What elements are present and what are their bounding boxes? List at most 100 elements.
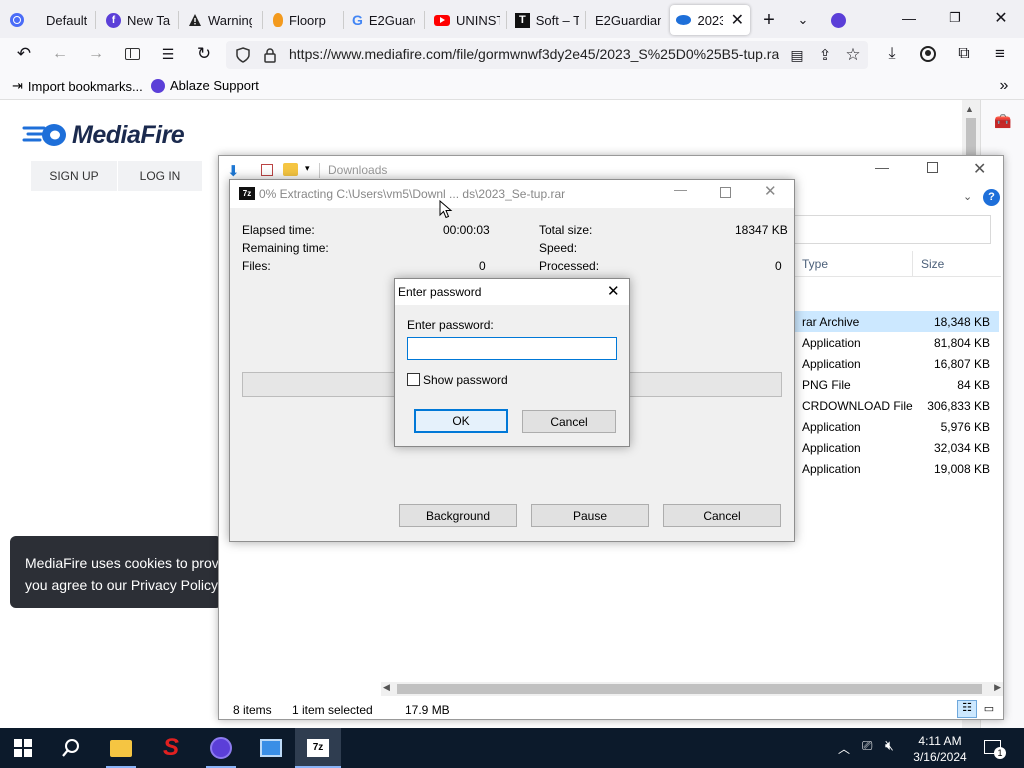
tab-soft[interactable]: T Soft – T [509, 5, 585, 35]
maximize-icon[interactable] [720, 187, 731, 198]
cancel-button[interactable]: Cancel [522, 410, 616, 433]
tab-title: Warning [208, 12, 252, 28]
show-password-label[interactable]: Show password [423, 373, 508, 387]
minimize-icon[interactable]: — [875, 159, 889, 175]
scroll-left-arrow-icon[interactable]: ◀ [383, 682, 390, 693]
volume-muted-icon[interactable]: 🔇︎ [885, 737, 894, 754]
hamburger-menu-icon[interactable]: ≡ [988, 42, 1012, 66]
bookmark-ablaze-support[interactable]: Ablaze Support [151, 78, 259, 93]
url-text[interactable]: https://www.mediafire.com/file/gormwnwf3… [289, 46, 779, 64]
list-item[interactable]: PNG File 84 KB [794, 374, 999, 395]
ribbon-expand-chevron-icon[interactable]: ⌄ [963, 190, 972, 203]
search-box[interactable] [794, 215, 991, 244]
clock[interactable]: 4:11 AM 3/16/2024 [909, 733, 971, 765]
taskbar-file-explorer[interactable] [98, 728, 144, 768]
cancel-button[interactable]: Cancel [663, 504, 781, 527]
tab-e2guardian[interactable]: E2Guardian [589, 5, 667, 35]
close-window-icon[interactable]: ✕ [988, 6, 1014, 30]
taskbar-red-app[interactable]: S [148, 728, 194, 768]
downloads-icon[interactable]: ⤓ [880, 42, 904, 66]
account-icon[interactable] [916, 42, 940, 66]
undo-close-tab-icon[interactable]: ↶ [12, 42, 36, 66]
pause-button[interactable]: Pause [531, 504, 649, 527]
minimize-window-icon[interactable]: — [896, 6, 922, 30]
close-tab-icon[interactable]: ✕ [731, 10, 744, 30]
close-icon[interactable]: ✕ [764, 182, 777, 200]
tab-new-tab[interactable]: f New Tab [100, 5, 178, 35]
share-icon[interactable]: ⇪ [814, 44, 836, 66]
password-titlebar: Enter password ✕ [395, 279, 629, 305]
scroll-thumb[interactable] [966, 118, 976, 158]
forward-arrow-icon[interactable]: → [84, 42, 108, 66]
tab-title: Soft – T [535, 12, 579, 28]
minimize-icon[interactable]: — [674, 182, 687, 197]
tree-tabs-icon[interactable]: ☰ [156, 42, 180, 66]
extensions-puzzle-icon[interactable]: ⧉ [952, 42, 976, 66]
start-button[interactable] [0, 728, 46, 768]
list-item[interactable]: Application 81,804 KB [794, 332, 999, 353]
list-item[interactable]: Application 19,008 KB [794, 458, 999, 479]
maximize-icon[interactable] [927, 162, 938, 173]
file-size: 5,976 KB [940, 419, 990, 434]
tab-uninst[interactable]: UNINST [428, 5, 506, 35]
type-column-header[interactable]: Type [802, 257, 828, 271]
lock-icon[interactable] [259, 44, 281, 66]
background-button[interactable]: Background [399, 504, 517, 527]
list-item[interactable]: Application 16,807 KB [794, 353, 999, 374]
help-icon[interactable]: ? [983, 189, 1000, 206]
file-type: Application [802, 419, 861, 434]
bookmark-import[interactable]: ⇥ Import bookmarks... [12, 78, 143, 94]
details-view-icon[interactable]: ☷ [957, 700, 977, 718]
password-input[interactable] [407, 337, 617, 360]
properties-check-icon[interactable] [261, 164, 273, 176]
quick-access-dropdown-icon[interactable]: ▾ [305, 163, 310, 174]
import-icon: ⇥ [12, 78, 23, 93]
taskbar-7zip[interactable]: 7z [295, 728, 341, 768]
show-password-checkbox[interactable] [407, 373, 420, 386]
large-icons-view-icon[interactable]: ▭ [981, 702, 997, 716]
restore-window-icon[interactable]: ❐ [942, 6, 968, 30]
notifications-button[interactable]: 1 [983, 738, 1006, 759]
list-item[interactable]: CRDOWNLOAD File 306,833 KB [794, 395, 999, 416]
list-item-selected[interactable]: rar Archive 18,348 KB [794, 311, 999, 332]
horizontal-scroll-thumb[interactable] [397, 684, 982, 694]
reload-icon[interactable]: ↻ [192, 42, 216, 66]
taskbar-control-panel[interactable] [248, 728, 294, 768]
close-icon[interactable]: ✕ [607, 282, 620, 300]
list-item[interactable]: Application 5,976 KB [794, 416, 999, 437]
floorp-workspaces-icon[interactable] [826, 8, 850, 32]
tab-warning[interactable]: Warning [182, 5, 262, 35]
mediafire-logo[interactable]: MediaFire [22, 120, 185, 150]
tab-list-chevron-icon[interactable]: ⌄ [791, 8, 815, 32]
bookmarks-overflow-icon[interactable]: » [994, 76, 1014, 96]
extract-title: 0% Extracting C:\Users\vm5\Downl ... ds\… [259, 187, 566, 201]
bookmark-star-icon[interactable]: ☆ [842, 44, 864, 66]
sign-up-button[interactable]: SIGN UP [31, 161, 117, 191]
reader-view-icon[interactable]: ▤ [786, 44, 808, 66]
sidebar-toggle-icon[interactable] [120, 42, 144, 66]
network-icon[interactable]: ⎚ [862, 738, 872, 754]
close-icon[interactable]: ✕ [973, 159, 986, 179]
shield-icon[interactable] [232, 44, 254, 66]
bookmark-label: Import bookmarks... [27, 78, 143, 94]
show-hidden-icons-chevron-icon[interactable]: ︿ [838, 740, 850, 757]
taskbar-floorp[interactable] [198, 728, 244, 768]
tab-floorp[interactable]: Floorp [267, 5, 343, 35]
log-in-button[interactable]: LOG IN [118, 161, 202, 191]
horizontal-scrollbar[interactable]: ◀ ▶ [381, 682, 1003, 696]
toolbox-icon[interactable]: 🧰 [992, 110, 1014, 132]
tab-2023-active[interactable]: 2023 ✕ [670, 5, 750, 35]
clock-date: 3/16/2024 [913, 750, 967, 764]
folder-icon[interactable] [283, 163, 298, 176]
ok-button[interactable]: OK [414, 409, 508, 433]
scroll-up-arrow-icon[interactable]: ▲ [965, 104, 974, 114]
size-column-header[interactable]: Size [921, 257, 944, 271]
tab-e2guard-google[interactable]: G E2Guard [346, 5, 424, 35]
new-tab-plus-icon[interactable]: + [757, 8, 781, 32]
taskbar-search[interactable] [48, 728, 94, 768]
tab-default[interactable]: Default [4, 5, 94, 35]
list-item[interactable]: Application 32,034 KB [794, 437, 999, 458]
scroll-right-arrow-icon[interactable]: ▶ [994, 682, 1001, 693]
back-arrow-icon[interactable]: ← [48, 42, 72, 66]
mouse-cursor-icon [439, 200, 453, 219]
